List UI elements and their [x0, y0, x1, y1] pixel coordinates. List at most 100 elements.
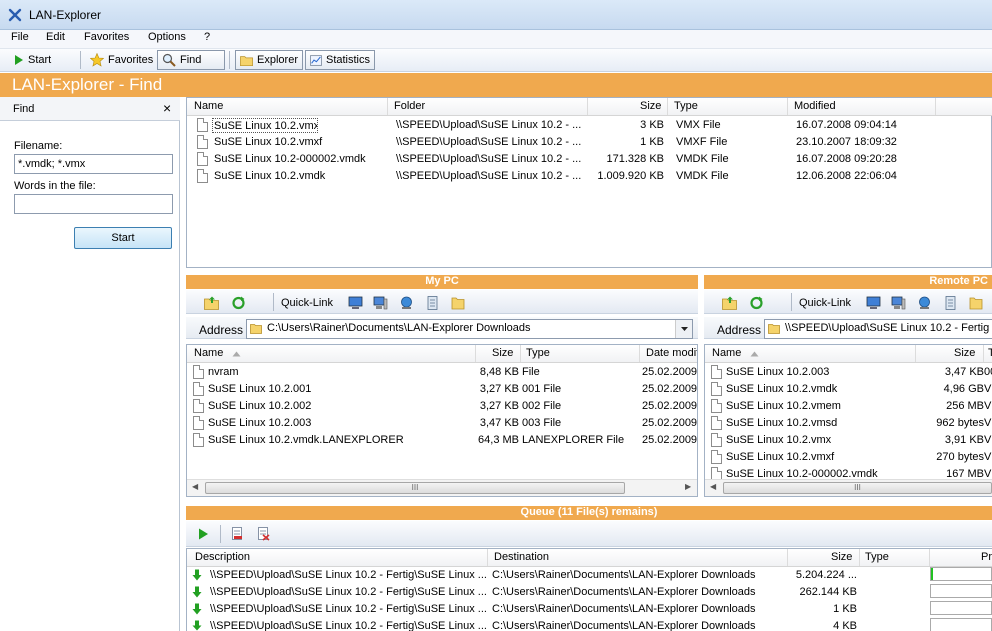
remove-item-icon[interactable] [231, 527, 244, 541]
column-separator [787, 98, 788, 115]
result-name: SuSE Linux 10.2-000002.vmdk [214, 153, 366, 165]
remote-file-type: V [984, 451, 992, 463]
remote-file-size: 4,96 GB [943, 383, 984, 395]
documents-icon[interactable] [943, 296, 958, 310]
statistics-toolbar-label: Statistics [325, 54, 370, 66]
my-pc-file-name: SuSE Linux 10.2.003 [208, 417, 312, 429]
computer-icon[interactable] [373, 296, 388, 310]
my-pc-header: Name Size Type Date modif [187, 345, 697, 363]
my-pc-col-date[interactable]: Date modif [646, 347, 697, 359]
remote-pc-title-bar: Remote PC [704, 275, 992, 289]
folder-up-icon[interactable] [204, 296, 219, 310]
my-pc-address-input[interactable]: C:\Users\Rainer\Documents\LAN-Explorer D… [246, 319, 693, 339]
scroll-left-icon[interactable]: ◀ [710, 482, 716, 491]
my-pc-col-size[interactable]: Size [492, 347, 513, 359]
filename-input[interactable]: *.vmdk; *.vmx [14, 154, 173, 174]
menu-file[interactable]: File [11, 31, 29, 43]
documents-icon[interactable] [425, 296, 440, 310]
column-separator [639, 345, 640, 362]
queue-progress-bar [930, 601, 992, 615]
remote-file-size: 256 MB [946, 400, 984, 412]
remote-file-type: 00 [984, 366, 992, 378]
result-size: 171.328 KB [606, 153, 665, 165]
start-search-button[interactable]: Start [74, 227, 172, 249]
file-icon [197, 152, 208, 166]
computer-icon[interactable] [891, 296, 906, 310]
play-icon[interactable] [198, 528, 209, 540]
queue-col-type[interactable]: Type [865, 551, 889, 563]
column-separator [859, 549, 860, 566]
desktop-icon[interactable] [866, 296, 881, 310]
results-col-folder[interactable]: Folder [394, 100, 425, 112]
queue-col-destination[interactable]: Destination [494, 551, 549, 563]
results-col-name[interactable]: Name [194, 100, 223, 112]
menu-help[interactable]: ? [204, 31, 210, 43]
queue-col-progress[interactable]: Pr [981, 551, 992, 563]
scroll-thumb[interactable]: III [723, 482, 992, 494]
remote-pc-horizontal-scrollbar[interactable]: ◀ III [705, 479, 992, 496]
results-col-size[interactable]: Size [640, 100, 661, 112]
my-pc-col-type[interactable]: Type [526, 347, 550, 359]
folder-icon[interactable] [451, 296, 466, 310]
address-dropdown-button[interactable] [675, 320, 692, 338]
favorites-toolbar-button[interactable]: Favorites [86, 50, 157, 70]
network-icon[interactable] [399, 296, 414, 310]
queue-col-description[interactable]: Description [195, 551, 250, 563]
clear-queue-icon[interactable] [257, 527, 270, 541]
toolbar-separator [80, 51, 81, 69]
file-icon [711, 416, 722, 430]
my-pc-file-size: 3,27 KB [479, 400, 519, 412]
menu-edit[interactable]: Edit [46, 31, 65, 43]
result-size: 1 KB [640, 136, 664, 148]
network-icon[interactable] [917, 296, 932, 310]
result-modified: 12.06.2008 22:06:04 [796, 170, 897, 182]
folder-icon [240, 55, 253, 66]
scroll-left-icon[interactable]: ◀ [192, 482, 198, 491]
remote-pc-col-size[interactable]: Size [954, 347, 975, 359]
column-separator [915, 345, 916, 362]
remote-file-name: SuSE Linux 10.2.vmsd [726, 417, 838, 429]
my-pc-col-name[interactable]: Name [194, 347, 223, 359]
desktop-icon[interactable] [348, 296, 363, 310]
find-toolbar-label: Find [180, 54, 202, 66]
result-type: VMXF File [676, 136, 728, 148]
words-input[interactable] [14, 194, 173, 214]
refresh-icon[interactable] [231, 296, 246, 310]
remote-pc-address-input[interactable]: \\SPEED\Upload\SuSE Linux 10.2 - Fertig [764, 319, 992, 339]
start-toolbar-label: Start [28, 54, 52, 66]
column-separator [487, 549, 488, 566]
statistics-toolbar-button[interactable]: Statistics [305, 50, 375, 70]
my-pc-quick-link[interactable]: Quick-Link [281, 297, 333, 309]
remote-pc-col-type[interactable]: T [988, 347, 992, 359]
queue-size: 262.144 KB [799, 586, 858, 598]
words-label: Words in the file: [14, 180, 96, 192]
result-modified: 16.07.2008 09:04:14 [796, 119, 897, 131]
queue-col-size[interactable]: Size [831, 551, 852, 563]
menu-options[interactable]: Options [148, 31, 186, 43]
my-pc-toolbar [186, 290, 698, 314]
my-pc-horizontal-scrollbar[interactable]: ◀ III ▶ [187, 479, 697, 496]
file-icon [193, 382, 204, 396]
column-separator [935, 98, 936, 115]
file-icon [711, 433, 722, 447]
explorer-toolbar-button[interactable]: Explorer [235, 50, 303, 70]
find-toolbar-button[interactable]: Find [157, 50, 225, 70]
column-separator [387, 98, 388, 115]
remote-file-name: SuSE Linux 10.2.vmx [726, 434, 832, 446]
scroll-right-icon[interactable]: ▶ [685, 482, 691, 491]
close-icon[interactable]: × [163, 100, 171, 116]
results-col-type[interactable]: Type [674, 100, 698, 112]
menu-favorites[interactable]: Favorites [84, 31, 129, 43]
result-modified: 23.10.2007 18:09:32 [796, 136, 897, 148]
result-modified: 16.07.2008 09:20:28 [796, 153, 897, 165]
refresh-icon[interactable] [749, 296, 764, 310]
folder-icon[interactable] [969, 296, 984, 310]
remote-pc-col-name[interactable]: Name [712, 347, 741, 359]
folder-up-icon[interactable] [722, 296, 737, 310]
favorites-toolbar-label: Favorites [108, 54, 154, 66]
results-col-modified[interactable]: Modified [794, 100, 836, 112]
remote-pc-quick-link[interactable]: Quick-Link [799, 297, 851, 309]
start-toolbar-button[interactable]: Start [10, 50, 55, 70]
queue-size: 1 KB [833, 603, 857, 615]
scroll-thumb[interactable]: III [205, 482, 625, 494]
